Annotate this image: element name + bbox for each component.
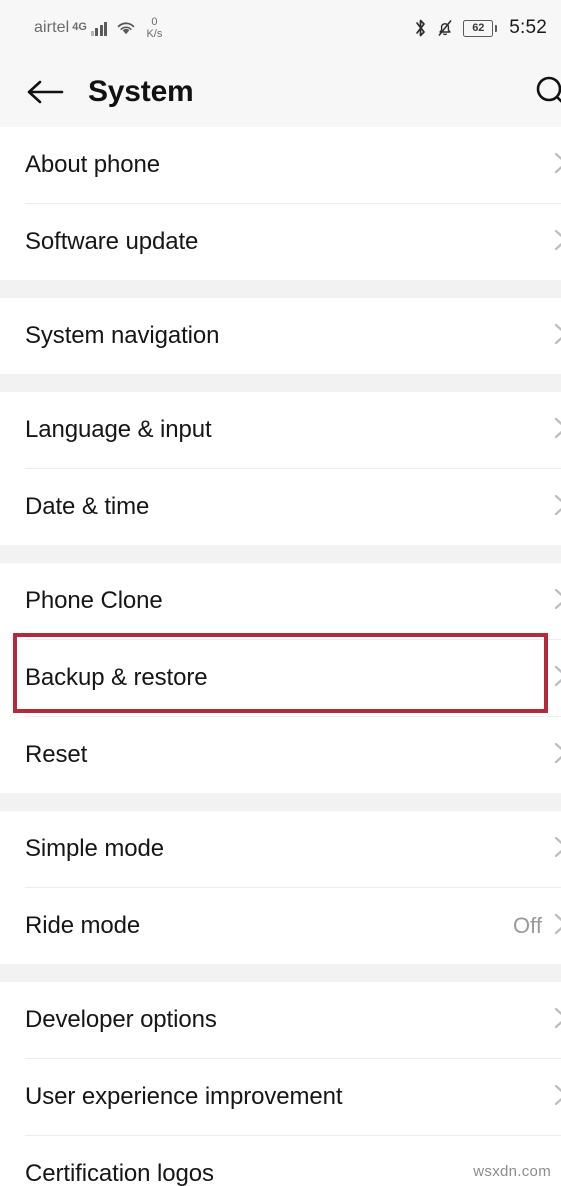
wifi-icon: [116, 20, 136, 36]
settings-row-label: Backup & restore: [25, 664, 208, 691]
settings-row[interactable]: Language & input: [0, 392, 561, 468]
settings-row-trailing: [550, 662, 561, 695]
status-bar: airtel 4G 0 K/s 62 5:52: [0, 0, 561, 56]
settings-row-trailing: [550, 414, 561, 447]
settings-row-label: System navigation: [25, 322, 220, 349]
settings-row-label: User experience improvement: [25, 1083, 343, 1110]
network-type-label: 4G: [72, 20, 87, 33]
group-separator: [0, 545, 561, 563]
settings-row-label: Phone Clone: [25, 587, 163, 614]
bell-muted-icon: [436, 18, 454, 38]
chevron-right-icon: [550, 833, 561, 866]
battery-level-label: 62: [472, 22, 485, 34]
settings-group: Phone Clone Backup & restore Reset: [0, 563, 561, 793]
chevron-right-icon: [550, 226, 561, 259]
battery-body: 62: [463, 19, 494, 37]
settings-row-value: Off: [513, 913, 542, 938]
settings-row[interactable]: Backup & restore: [0, 640, 561, 716]
settings-row[interactable]: Software update: [0, 204, 561, 280]
settings-list: About phone Software update System navigat…: [0, 127, 561, 1186]
chevron-right-icon: [550, 491, 561, 524]
page-title: System: [88, 74, 194, 108]
settings-row-trailing: [550, 226, 561, 259]
settings-group: System navigation: [0, 298, 561, 374]
settings-row-trailing: [550, 320, 561, 353]
chevron-right-icon: [550, 149, 561, 182]
group-separator: [0, 280, 561, 298]
back-arrow-icon[interactable]: [26, 72, 66, 112]
settings-row-label: Developer options: [25, 1006, 217, 1033]
chevron-right-icon: [550, 320, 561, 353]
group-separator: [0, 964, 561, 982]
network-speed-unit: K/s: [146, 27, 163, 40]
network-speed-value: 0: [151, 15, 158, 28]
group-separator: [0, 374, 561, 392]
settings-row-label: Language & input: [25, 416, 212, 443]
settings-row-trailing: [550, 585, 561, 618]
settings-row-trailing: [550, 1081, 561, 1114]
search-icon[interactable]: [529, 69, 561, 115]
status-bar-left: airtel 4G 0 K/s: [34, 15, 163, 40]
status-bar-right: 62 5:52: [414, 17, 547, 39]
chevron-right-icon: [550, 414, 561, 447]
settings-group: Simple mode Ride mode Off: [0, 811, 561, 964]
phone-screen: airtel 4G 0 K/s 62 5:52 System About pho…: [0, 0, 561, 1186]
settings-row-label: Reset: [25, 741, 88, 768]
settings-row[interactable]: Ride mode Off: [0, 888, 561, 964]
chevron-right-icon: [550, 662, 561, 695]
settings-row-label: Software update: [25, 228, 199, 255]
chevron-right-icon: [550, 585, 561, 618]
signal-bars-icon: [90, 21, 108, 36]
settings-row-trailing: [550, 833, 561, 866]
watermark: wsxdn.com: [461, 1156, 561, 1186]
settings-row-trailing: [550, 491, 561, 524]
settings-row-label: Simple mode: [25, 835, 164, 862]
settings-group: Language & input Date & time: [0, 392, 561, 545]
settings-row[interactable]: Developer options: [0, 982, 561, 1058]
chevron-right-icon: [550, 739, 561, 772]
settings-row[interactable]: Simple mode: [0, 811, 561, 887]
settings-group: About phone Software update: [0, 127, 561, 280]
battery-indicator: 62: [463, 19, 498, 37]
settings-row-label: Ride mode: [25, 912, 141, 939]
settings-row-label: About phone: [25, 151, 161, 178]
settings-row[interactable]: Date & time: [0, 469, 561, 545]
settings-row-trailing: [550, 1004, 561, 1037]
settings-row-trailing: [550, 149, 561, 182]
settings-row-trailing: [550, 739, 561, 772]
settings-row[interactable]: Reset: [0, 717, 561, 793]
chevron-right-icon: [550, 1081, 561, 1114]
settings-row-trailing: Off: [513, 910, 561, 943]
settings-row-label: Date & time: [25, 493, 150, 520]
settings-row[interactable]: About phone: [0, 127, 561, 203]
battery-tip: [494, 24, 498, 32]
settings-row-label: Certification logos: [25, 1160, 214, 1186]
app-header: System: [0, 56, 561, 127]
group-separator: [0, 793, 561, 811]
settings-row[interactable]: Phone Clone: [0, 563, 561, 639]
network-speed: 0 K/s: [146, 15, 163, 40]
carrier-label: airtel: [34, 19, 70, 36]
settings-row[interactable]: System navigation: [0, 298, 561, 374]
settings-row[interactable]: User experience improvement: [0, 1059, 561, 1135]
chevron-right-icon: [550, 910, 561, 943]
chevron-right-icon: [550, 1004, 561, 1037]
clock-label: 5:52: [509, 17, 547, 38]
bluetooth-icon: [414, 18, 427, 38]
